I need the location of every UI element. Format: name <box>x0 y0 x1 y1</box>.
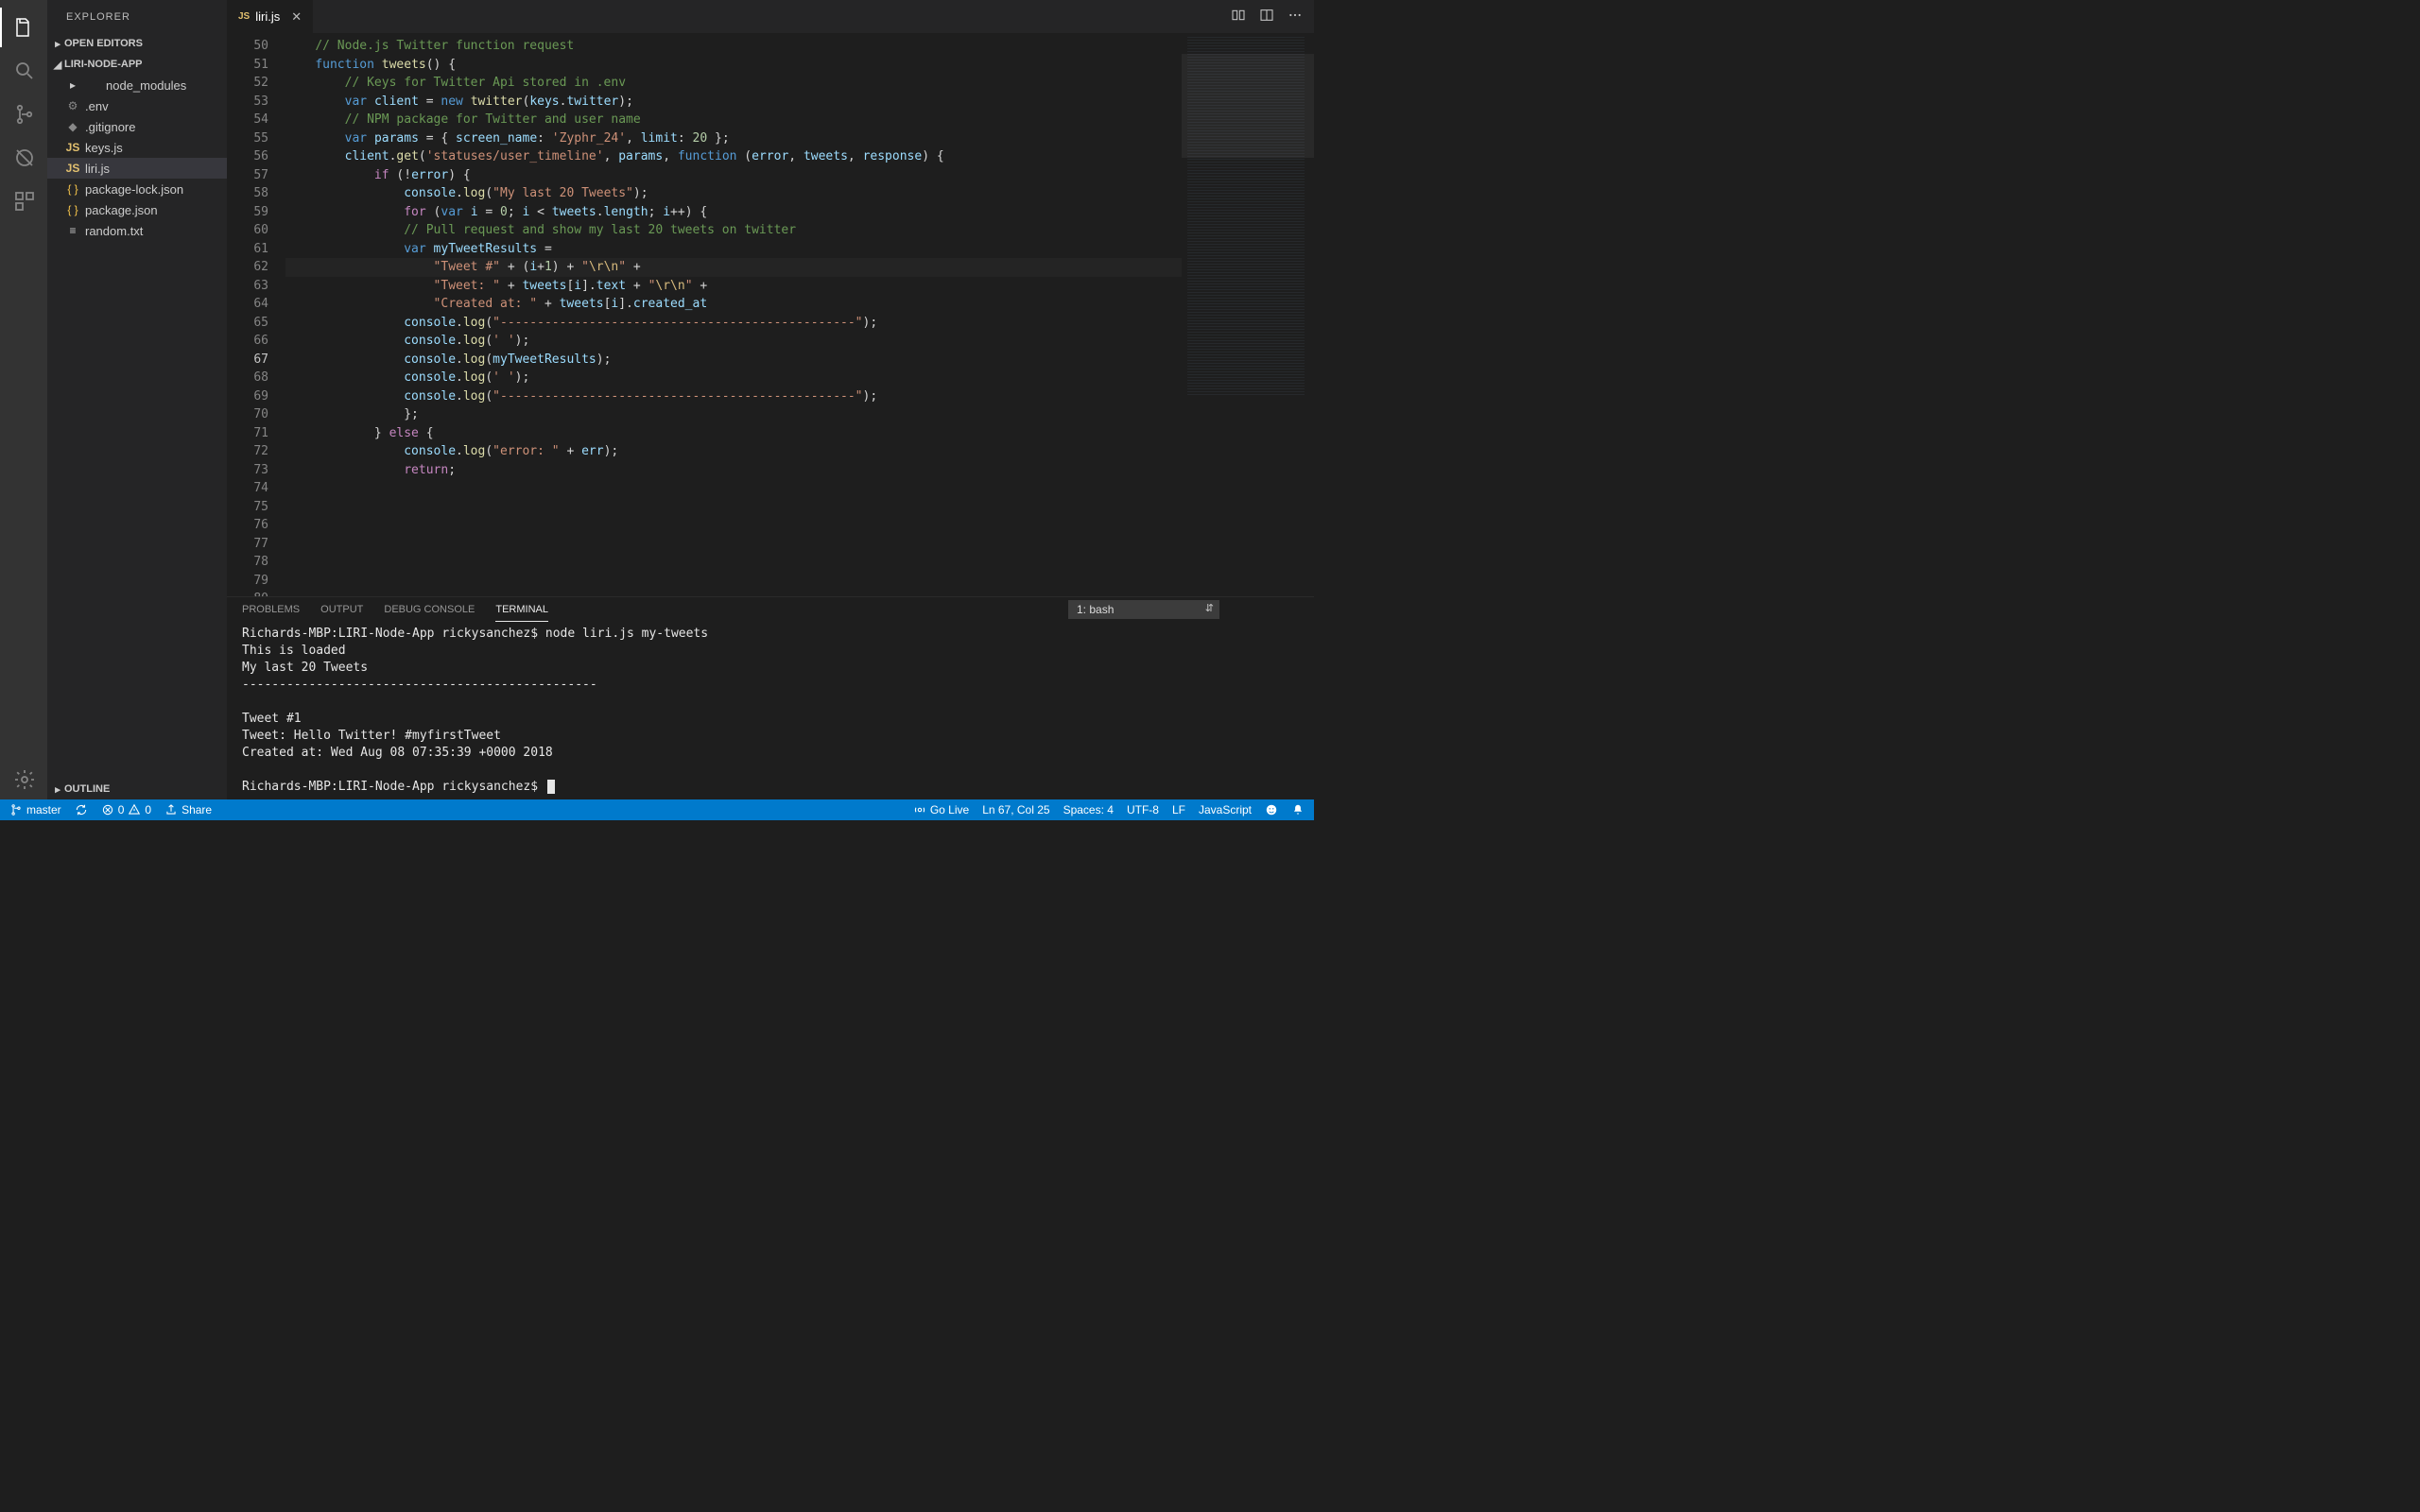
error-count: 0 <box>118 803 125 816</box>
file-package-json[interactable]: { }package.json <box>47 199 227 220</box>
warning-count: 0 <box>145 803 151 816</box>
more-icon[interactable] <box>1288 8 1303 26</box>
file-liri-js[interactable]: JSliri.js <box>47 158 227 179</box>
bell-icon[interactable] <box>1291 803 1305 816</box>
share-label: Share <box>182 803 212 816</box>
outline-label: OUTLINE <box>64 783 110 795</box>
status-bar: master 0 0 Share Go Live Ln 67, Col 25 S… <box>0 799 1314 820</box>
minimap[interactable] <box>1182 33 1314 596</box>
errors-warnings[interactable]: 0 0 <box>101 803 151 816</box>
file-node_modules[interactable]: ▸node_modules <box>47 75 227 95</box>
code-content[interactable]: // Node.js Twitter function request func… <box>285 33 1182 596</box>
file--env[interactable]: ⚙.env <box>47 95 227 116</box>
editor-pane: JS liri.js ✕ 505152535455565758596061626… <box>227 0 1314 799</box>
project-label: LIRI-NODE-APP <box>64 59 143 70</box>
live-share[interactable]: Share <box>164 803 212 816</box>
go-live-label: Go Live <box>930 803 969 816</box>
eol[interactable]: LF <box>1172 803 1185 816</box>
encoding[interactable]: UTF-8 <box>1127 803 1159 816</box>
gutter: 5051525354555657585960616263646566676869… <box>227 33 285 596</box>
file--gitignore[interactable]: ◆.gitignore <box>47 116 227 137</box>
open-editors-label: OPEN EDITORS <box>64 38 143 49</box>
panel-tab-output[interactable]: OUTPUT <box>320 598 363 621</box>
file-package-lock-json[interactable]: { }package-lock.json <box>47 179 227 199</box>
tab-label: liri.js <box>255 9 280 24</box>
js-file-icon: JS <box>238 11 250 22</box>
panel-tabs: PROBLEMS OUTPUT DEBUG CONSOLE TERMINAL 1: b… <box>227 597 1314 622</box>
file-keys-js[interactable]: JSkeys.js <box>47 137 227 158</box>
indentation[interactable]: Spaces: 4 <box>1063 803 1114 816</box>
compare-icon[interactable] <box>1231 8 1246 26</box>
panel-tab-terminal[interactable]: TERMINAL <box>495 598 548 622</box>
code-area[interactable]: 5051525354555657585960616263646566676869… <box>227 33 1314 596</box>
branch-name: master <box>26 803 61 816</box>
editor-tabs: JS liri.js ✕ <box>227 0 1314 33</box>
file-random-txt[interactable]: ≡random.txt <box>47 220 227 241</box>
git-branch[interactable]: master <box>9 803 61 816</box>
language-mode[interactable]: JavaScript <box>1199 803 1252 816</box>
extensions-icon[interactable] <box>0 181 47 221</box>
close-icon[interactable]: ✕ <box>291 9 302 25</box>
sidebar-title: EXPLORER <box>47 0 227 33</box>
debug-icon[interactable] <box>0 138 47 178</box>
sync-icon[interactable] <box>75 803 88 816</box>
bottom-panel: PROBLEMS OUTPUT DEBUG CONSOLE TERMINAL 1: b… <box>227 596 1314 799</box>
split-editor-icon[interactable] <box>1259 8 1274 26</box>
panel-tab-debug-console[interactable]: DEBUG CONSOLE <box>384 598 475 621</box>
panel-tab-problems[interactable]: PROBLEMS <box>242 598 300 621</box>
explorer-icon[interactable] <box>0 8 47 47</box>
terminal-selector[interactable]: 1: bash <box>1068 600 1219 619</box>
explorer-sidebar: EXPLORER ▸OPEN EDITORS ◢LIRI-NODE-APP ▸n… <box>47 0 227 799</box>
outline-header[interactable]: ▸OUTLINE <box>47 779 227 799</box>
search-icon[interactable] <box>0 51 47 91</box>
tab-liri-js[interactable]: JS liri.js ✕ <box>227 0 314 33</box>
file-tree: ▸node_modules⚙.env◆.gitignoreJSkeys.jsJS… <box>47 75 227 779</box>
feedback-icon[interactable] <box>1265 803 1278 816</box>
activity-bar <box>0 0 47 799</box>
project-header[interactable]: ◢LIRI-NODE-APP <box>47 54 227 75</box>
settings-gear-icon[interactable] <box>0 760 47 799</box>
open-editors-header[interactable]: ▸OPEN EDITORS <box>47 33 227 54</box>
terminal-output[interactable]: Richards-MBP:LIRI-Node-App rickysanchez$… <box>227 622 1314 799</box>
go-live[interactable]: Go Live <box>913 803 969 816</box>
cursor-position[interactable]: Ln 67, Col 25 <box>982 803 1049 816</box>
source-control-icon[interactable] <box>0 94 47 134</box>
